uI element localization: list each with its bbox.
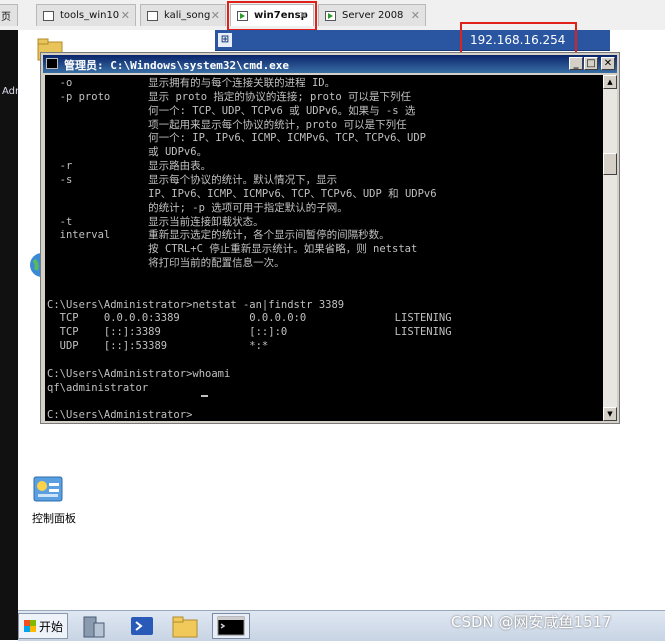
close-icon[interactable]: ✕ [411, 9, 420, 22]
tab-tools-win10[interactable]: tools_win10 ✕ [36, 4, 136, 26]
console-line: 项一起用来显示每个协议的统计，proto 可以是下列任 [47, 118, 407, 131]
console-line: 或 UDPv6。 [47, 146, 208, 159]
vm-icon [43, 10, 54, 21]
powershell-icon[interactable] [128, 613, 158, 639]
console-line: 按 CTRL+C 停止重新显示统计。如果省略，则 netstat [47, 243, 418, 256]
close-icon[interactable]: ✕ [121, 9, 130, 22]
console-line: -o 显示拥有的与每个连接关联的进程 ID。 [47, 77, 336, 89]
console-line: TCP 0.0.0.0:3389 0.0.0.0:0 LISTENING [47, 312, 452, 325]
cmd-title-bar[interactable]: 管理员: C:\Windows\system32\cmd.exe _ □ ✕ [43, 55, 617, 73]
tab-server-2008[interactable]: Server 2008 ✕ [318, 4, 426, 26]
windows-logo-icon [24, 620, 36, 632]
text-cursor [201, 395, 208, 397]
console-line: -r 显示路由表。 [47, 160, 212, 173]
highlight-box-tab [227, 1, 317, 31]
console-line: 将打印当前的配置信息一次。 [47, 257, 285, 270]
console-output[interactable]: -o 显示拥有的与每个连接关联的进程 ID。 -p proto 显示 proto… [45, 75, 603, 421]
console-line: interval 重新显示选定的统计，各个显示间暂停的间隔秒数。 [47, 229, 390, 242]
console-line: UDP [::]:53389 *:* [47, 340, 269, 353]
server-manager-icon[interactable] [80, 613, 110, 639]
tab-label: kali_song [164, 10, 211, 21]
watermark: CSDN @网安咸鱼1517 [451, 613, 612, 631]
tab-kali-song[interactable]: kali_song ✕ [140, 4, 226, 26]
console-line: 的统计; -p 选项可用于指定默认的子网。 [47, 201, 348, 214]
scroll-up-arrow-icon[interactable]: ▲ [603, 75, 617, 89]
console-line: C:\Users\Administrator> [47, 409, 193, 421]
start-label: 开始 [39, 619, 64, 634]
scroll-down-arrow-icon[interactable]: ▼ [603, 407, 617, 421]
scroll-thumb[interactable] [603, 153, 617, 175]
host-side-strip: Adm [0, 30, 25, 640]
pin-icon[interactable]: ⊞ [218, 33, 232, 47]
console-line: 何一个: IP、IPv6、ICMP、ICMPv6、TCP、TCPv6、UDP [47, 132, 426, 145]
console-line: TCP [::]:3389 [::]:0 LISTENING [47, 326, 452, 339]
tab-label: 页 [1, 12, 11, 23]
close-icon[interactable]: ✕ [211, 9, 220, 22]
console-line: -s 显示每个协议的统计。默认情况下，显示 [47, 173, 338, 186]
tab-partial[interactable]: 页 [0, 4, 18, 26]
cmd-window-icon [46, 58, 58, 69]
vertical-scrollbar[interactable]: ▲ ▼ [603, 75, 617, 421]
desktop-icon-control-panel[interactable]: 控制面板 [28, 474, 84, 526]
cmd-title: 管理员: C:\Windows\system32\cmd.exe [64, 59, 290, 72]
tab-label: Server 2008 [342, 10, 404, 21]
minimize-button[interactable]: _ [569, 57, 583, 70]
vm-running-icon [325, 10, 336, 21]
close-button[interactable]: ✕ [601, 57, 615, 70]
cmd-icon[interactable] [212, 613, 250, 639]
cmd-window[interactable]: 管理员: C:\Windows\system32\cmd.exe _ □ ✕ -… [40, 52, 620, 424]
console-line: 何一个: TCP、UDP、TCPv6 或 UDPv6。如果与 -s 选 [47, 104, 416, 117]
desktop-icon-label: 控制面板 [32, 512, 76, 525]
explorer-folder-icon[interactable] [170, 613, 200, 639]
start-button[interactable]: 开始 [18, 613, 68, 639]
console-line: C:\Users\Administrator>whoami [47, 367, 231, 380]
console-line: -p proto 显示 proto 指定的协议的连接; proto 可以是下列任 [47, 90, 411, 103]
console-line: qf\administrator [47, 381, 149, 394]
maximize-button[interactable]: □ [584, 57, 598, 70]
console-line: C:\Users\Administrator>netstat -an|finds… [47, 298, 345, 311]
control-panel-icon [33, 476, 63, 502]
console-line: -t 显示当前连接卸载状态。 [47, 215, 264, 228]
console-line: IP、IPv6、ICMP、ICMPv6、TCP、TCPv6、UDP 和 UDPv… [47, 187, 437, 200]
vm-icon [147, 10, 158, 21]
tab-label: tools_win10 [60, 10, 120, 21]
